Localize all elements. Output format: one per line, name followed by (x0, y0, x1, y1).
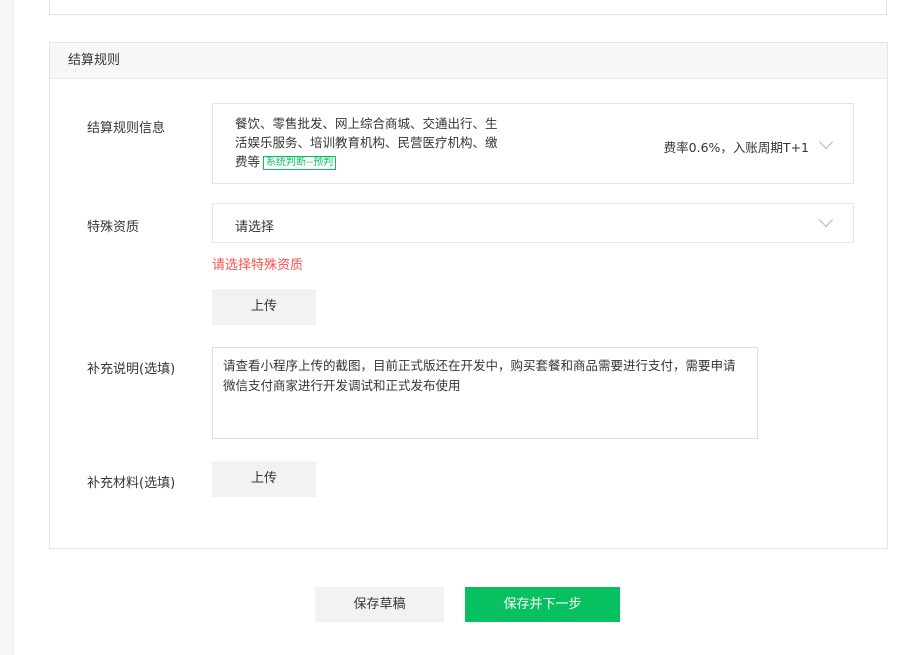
special-qualification-upload-button[interactable]: 上传 (212, 289, 316, 325)
fee-rate-text: 费率0.6%，入账周期T+1 (663, 140, 809, 155)
supplement-material-upload-button[interactable]: 上传 (212, 461, 316, 497)
save-and-next-button[interactable]: 保存并下一步 (465, 587, 620, 622)
settlement-rule-industries: 餐饮、零售批发、网上综合商城、交通出行、生 活娱乐服务、培训教育机构、民营医疗机… (235, 114, 525, 171)
industries-line-2: 活娱乐服务、培训教育机构、民营医疗机构、缴 (235, 135, 498, 150)
supplement-note-label: 补充说明(选填) (87, 362, 176, 377)
system-judgement-tag: 系统判断--预判 (263, 156, 337, 170)
special-qualification-label: 特殊资质 (87, 220, 140, 235)
settlement-rule-label: 结算规则信息 (87, 121, 166, 136)
chevron-down-icon (818, 134, 834, 150)
settlement-rule-select[interactable]: 餐饮、零售批发、网上综合商城、交通出行、生 活娱乐服务、培训教育机构、民营医疗机… (212, 103, 854, 184)
industries-line-3-text: 费等 (235, 154, 261, 169)
save-draft-button[interactable]: 保存草稿 (315, 587, 444, 622)
special-qualification-error: 请选择特殊资质 (212, 258, 304, 273)
section-title: 结算规则 (68, 53, 121, 68)
chevron-down-icon (818, 212, 834, 228)
card-header: 结算规则 (50, 43, 887, 79)
special-qualification-select[interactable]: 请选择 (212, 203, 854, 243)
previous-card-bottom (49, 0, 887, 15)
left-scroll-strip (0, 0, 14, 655)
supplement-material-label: 补充材料(选填) (87, 476, 176, 491)
special-qualification-placeholder: 请选择 (235, 220, 275, 235)
industries-line-3: 费等 系统判断--预判 (235, 152, 525, 171)
supplement-note-textarea[interactable]: 请查看小程序上传的截图，目前正式版还在开发中，购买套餐和商品需要进行支付，需要申… (212, 347, 758, 439)
settlement-rules-card: 结算规则 结算规则信息 餐饮、零售批发、网上综合商城、交通出行、生 活娱乐服务、… (49, 42, 888, 549)
industries-line-1: 餐饮、零售批发、网上综合商城、交通出行、生 (235, 116, 498, 131)
